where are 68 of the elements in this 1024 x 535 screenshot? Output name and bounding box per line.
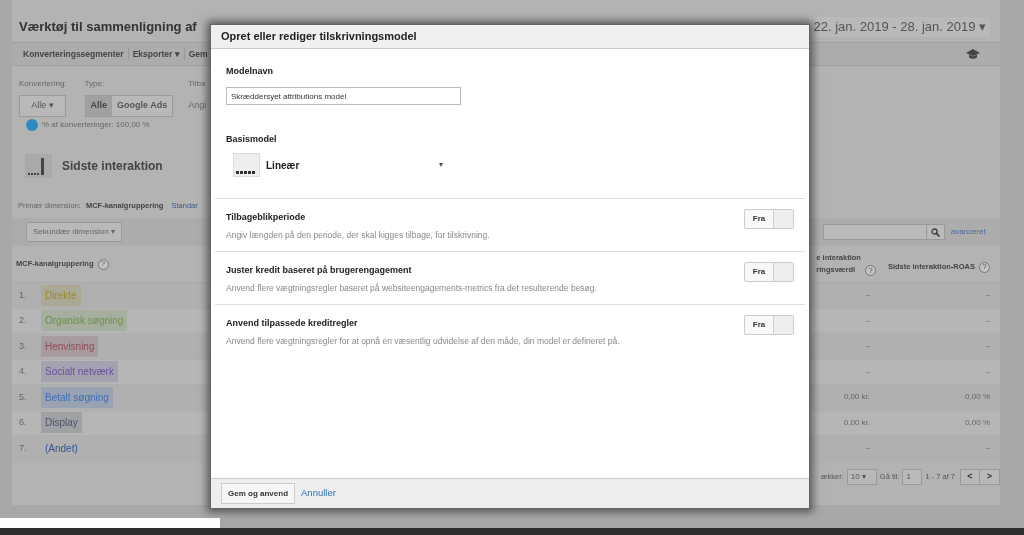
filter-label: Type:: [84, 78, 106, 90]
channel-link[interactable]: (Andet): [41, 437, 82, 459]
table-cell-text: –: [984, 442, 990, 455]
setting-title: Anvend tilpassede kreditregler: [226, 317, 359, 330]
row-number: 2.: [19, 314, 28, 327]
previous-page-button[interactable]: <: [960, 468, 980, 485]
model-icon: [233, 153, 260, 177]
row-number: 7.: [19, 441, 28, 455]
filter-value: Angi: [188, 99, 207, 112]
toolbar-button[interactable]: Konverteringssegmenter: [19, 47, 128, 61]
goto-field[interactable]: 1: [902, 468, 923, 485]
help-icon[interactable]: ?: [97, 258, 109, 270]
date-range-picker[interactable]: 22. jan. 2019 - 28. jan. 2019 ▾: [809, 17, 990, 37]
setting-description: Anvend flere vægtningsregler baseret på websiteengagements-metrics fra det resulterende besøg.: [226, 281, 597, 295]
model-icon: [25, 154, 52, 178]
conversion-dropdown[interactable]: Alle ▾: [19, 95, 66, 117]
setting-description: Anvend flere vægtningsregler for at opnå en væsentlig udvidelse af den måde, din model er defineret på.: [226, 334, 620, 348]
conversion-share-text: % af konverteringer: 100,00 %: [42, 119, 150, 131]
pie-chart-icon: [26, 119, 38, 131]
base-model-dropdown[interactable]: Lineær ▾: [233, 152, 443, 178]
row-number: 5.: [19, 390, 28, 404]
table-cell-text: –: [864, 340, 870, 353]
model-name-field[interactable]: Skræddersyet attributions model: [226, 87, 461, 105]
toggle-switch[interactable]: Fra: [744, 315, 794, 335]
type-toggle-button[interactable]: Google Ads: [112, 96, 173, 116]
row-number: 4.: [19, 365, 28, 378]
table-cell-text: 0,00 kr.: [842, 416, 870, 429]
setting-title: Tilbageblikperiode: [226, 211, 307, 224]
table-cell-text: –: [984, 340, 990, 353]
rows-dropdown[interactable]: 10 ▾: [846, 468, 877, 485]
table-cell-text: –: [864, 289, 870, 302]
toggle-switch[interactable]: Fra: [744, 262, 794, 282]
filter-label: Tilba: [188, 78, 207, 90]
setting-description: Angiv længden på den periode, der skal kigges tilbage, for tilskrivning.: [226, 228, 490, 242]
table-cell-text: –: [984, 314, 990, 327]
secondary-dimension-dropdown[interactable]: Sekundær dimension ▾: [26, 222, 122, 242]
table-cell-text: 0,00 %: [964, 416, 990, 429]
channel-tag[interactable]: Henvisning: [41, 335, 99, 357]
type-toggle-button[interactable]: Alle: [85, 96, 113, 116]
base-model-value: Lineær: [266, 158, 301, 173]
channel-tag[interactable]: Display: [41, 412, 82, 434]
row-number: 3.: [19, 339, 28, 353]
search-field[interactable]: [822, 224, 945, 240]
help-icon[interactable]: ?: [864, 265, 876, 276]
toolbar-button[interactable]: Eksporter ▾: [127, 47, 184, 61]
dialog-title: Opret eller rediger tilskrivningsmodel: [211, 25, 809, 49]
table-cell-text: –: [864, 442, 870, 455]
model-name: Sidste interaktion: [62, 158, 163, 175]
channel-tag[interactable]: Socialt netværk: [41, 361, 118, 383]
row-number: 6.: [19, 416, 28, 429]
field-label: Basismodel: [226, 132, 278, 146]
setting-title: Juster kredit baseret på brugerengagement: [226, 264, 413, 277]
toggle-switch[interactable]: Fra: [744, 209, 794, 229]
caret-icon: ▾: [439, 159, 443, 171]
field-label: Modelnavn: [226, 65, 274, 78]
table-cell-text: –: [984, 365, 990, 378]
graduation-cap-icon[interactable]: [966, 48, 980, 60]
table-cell-text: –: [864, 314, 870, 327]
cancel-link[interactable]: Annuller: [301, 486, 336, 501]
row-number: 1.: [19, 288, 28, 302]
filter-label: Konvertering:: [19, 78, 67, 90]
table-cell-text: –: [984, 289, 990, 302]
table-cell-text: –: [864, 365, 870, 378]
next-page-button[interactable]: >: [980, 468, 1000, 485]
advanced-link[interactable]: avanceret: [950, 226, 986, 238]
save-button[interactable]: Gem og anvend: [221, 483, 295, 504]
help-icon[interactable]: ?: [979, 261, 990, 273]
page-title: Værktøj til sammenligning af: [18, 18, 197, 37]
